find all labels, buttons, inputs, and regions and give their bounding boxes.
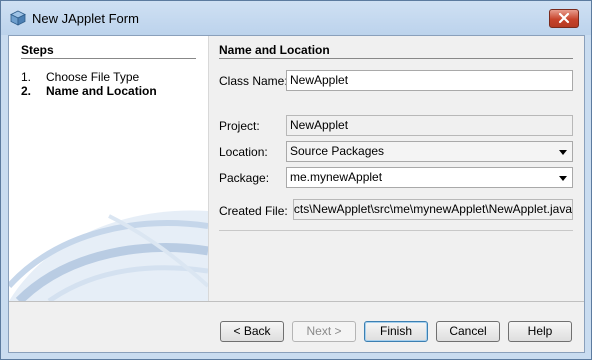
package-value: me.mynewApplet xyxy=(290,170,383,184)
chevron-down-icon[interactable] xyxy=(559,176,567,181)
step-label: Name and Location xyxy=(46,84,157,98)
panel-bottom-divider xyxy=(219,230,573,231)
close-icon xyxy=(558,12,570,24)
location-select[interactable]: Source Packages xyxy=(286,141,573,162)
name-location-panel: Name and Location Class Name: NewApplet … xyxy=(209,36,584,301)
step-number: 2. xyxy=(21,84,32,98)
help-button[interactable]: Help xyxy=(508,321,572,342)
panel-heading: Name and Location xyxy=(219,43,330,57)
cancel-button[interactable]: Cancel xyxy=(436,321,500,342)
panel-divider xyxy=(219,58,573,59)
steps-divider xyxy=(21,58,196,59)
step-number: 1. xyxy=(21,70,32,84)
back-button[interactable]: < Back xyxy=(220,321,284,342)
created-file-value: NetBeansProjects\NewApplet\src\me\mynewA… xyxy=(293,202,572,216)
project-label: Project: xyxy=(219,119,260,133)
location-label: Location: xyxy=(219,145,268,159)
project-field: NewApplet xyxy=(286,115,573,136)
close-button[interactable] xyxy=(549,9,579,28)
app-icon xyxy=(10,10,26,26)
chevron-down-icon[interactable] xyxy=(559,150,567,155)
class-name-label: Class Name: xyxy=(219,74,288,88)
created-file-label: Created File: xyxy=(219,204,288,218)
location-value: Source Packages xyxy=(290,144,385,158)
step-label: Choose File Type xyxy=(46,70,140,84)
next-button[interactable]: Next > xyxy=(292,321,356,342)
dialog-body: Steps 1. Choose File Type 2. Name and Lo… xyxy=(8,35,585,353)
class-name-field[interactable]: NewApplet xyxy=(286,70,573,91)
package-label: Package: xyxy=(219,171,270,185)
dialog-window: New JApplet Form Steps 1. Choose File Ty… xyxy=(0,0,592,360)
button-bar-divider xyxy=(9,301,584,302)
finish-button[interactable]: Finish xyxy=(364,321,428,342)
created-file-field: NetBeansProjects\NewApplet\src\me\mynewA… xyxy=(293,199,573,220)
steps-panel: Steps 1. Choose File Type 2. Name and Lo… xyxy=(9,36,209,301)
package-combo[interactable]: me.mynewApplet xyxy=(286,167,573,188)
steps-heading: Steps xyxy=(21,43,54,57)
window-title: New JApplet Form xyxy=(32,11,139,26)
title-bar[interactable]: New JApplet Form xyxy=(1,1,591,35)
